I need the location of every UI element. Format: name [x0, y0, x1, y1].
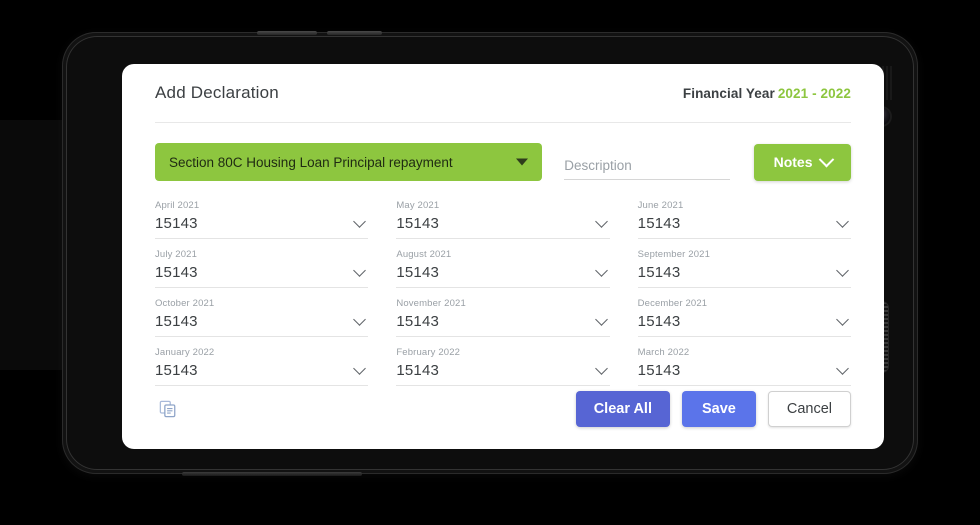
month-field[interactable]: December 2021 15143 — [637, 296, 851, 337]
month-label: February 2022 — [396, 347, 461, 358]
month-label: June 2021 — [637, 200, 684, 211]
month-value: 15143 — [155, 313, 198, 330]
month-field[interactable]: March 2022 15143 — [637, 345, 851, 386]
month-label: September 2021 — [637, 249, 710, 260]
declaration-type-value: Section 80C Housing Loan Principal repay… — [169, 154, 453, 170]
add-declaration-card: Add Declaration Financial Year 2021 - 202… — [122, 64, 884, 449]
month-label: October 2021 — [155, 298, 215, 309]
cancel-button[interactable]: Cancel — [767, 391, 851, 427]
month-value: 15143 — [155, 215, 198, 232]
description-field[interactable] — [564, 144, 731, 180]
declaration-type-select[interactable]: Section 80C Housing Loan Principal repay… — [155, 143, 543, 181]
page-title: Add Declaration — [155, 83, 279, 102]
month-label: July 2021 — [155, 249, 198, 260]
description-input[interactable] — [564, 158, 731, 179]
month-label: March 2022 — [637, 347, 690, 358]
notes-button-label: Notes — [773, 154, 813, 170]
month-label: August 2021 — [396, 249, 452, 260]
declaration-toolbar: Section 80C Housing Loan Principal repay… — [155, 143, 851, 181]
month-field[interactable]: November 2021 15143 — [396, 296, 610, 337]
financial-year-value: 2021 - 2022 — [777, 85, 851, 101]
month-value: 15143 — [637, 313, 681, 330]
month-label: April 2021 — [155, 200, 200, 211]
month-field[interactable]: April 2021 15143 — [155, 198, 369, 239]
month-value: 15143 — [637, 362, 681, 379]
month-label: December 2021 — [637, 298, 708, 309]
clear-all-button[interactable]: Clear All — [575, 391, 670, 427]
month-field[interactable]: May 2021 15143 — [396, 198, 610, 239]
caret-down-icon — [516, 158, 529, 166]
copy-to-all-button[interactable] — [155, 396, 181, 422]
month-field[interactable]: June 2021 15143 — [637, 198, 851, 239]
month-label: January 2022 — [155, 347, 215, 358]
copy-icon — [159, 400, 176, 418]
month-value: 15143 — [396, 362, 440, 379]
month-value: 15143 — [396, 264, 440, 281]
financial-year: Financial Year 2021 - 2022 — [683, 86, 851, 101]
volume-button[interactable] — [257, 31, 317, 35]
phone-device-frame: Add Declaration Financial Year 2021 - 202… — [62, 31, 918, 476]
financial-year-label: Financial Year — [682, 85, 775, 101]
save-button[interactable]: Save — [681, 391, 756, 427]
power-button[interactable] — [327, 31, 382, 35]
phone-screen: Add Declaration Financial Year 2021 - 202… — [122, 64, 884, 449]
month-label: May 2021 — [396, 200, 440, 211]
month-value: 15143 — [396, 313, 440, 330]
phone-device-bezel: Add Declaration Financial Year 2021 - 202… — [66, 36, 914, 470]
month-amount-grid: April 2021 15143 May 2021 15143 June 2021 151… — [155, 198, 851, 386]
footer-actions: Clear All Save Cancel — [575, 391, 851, 427]
page-background: Add Declaration Financial Year 2021 - 202… — [0, 0, 980, 525]
month-value: 15143 — [637, 264, 681, 281]
card-footer: Clear All Save Cancel — [155, 391, 851, 427]
month-field[interactable]: September 2021 15143 — [637, 247, 851, 288]
month-value: 15143 — [155, 264, 198, 281]
month-field[interactable]: October 2021 15143 — [155, 296, 369, 337]
month-field[interactable]: August 2021 15143 — [396, 247, 610, 288]
month-value: 15143 — [637, 215, 681, 232]
month-label: November 2021 — [396, 298, 466, 309]
month-value: 15143 — [155, 362, 198, 379]
month-value: 15143 — [396, 215, 440, 232]
card-header: Add Declaration Financial Year 2021 - 202… — [155, 64, 851, 123]
month-field[interactable]: July 2021 15143 — [155, 247, 369, 288]
device-bottom-rail — [182, 472, 362, 476]
month-field[interactable]: February 2022 15143 — [396, 345, 610, 386]
month-field[interactable]: January 2022 15143 — [155, 345, 369, 386]
chevron-down-icon — [818, 151, 834, 167]
notes-button[interactable]: Notes — [754, 143, 851, 181]
